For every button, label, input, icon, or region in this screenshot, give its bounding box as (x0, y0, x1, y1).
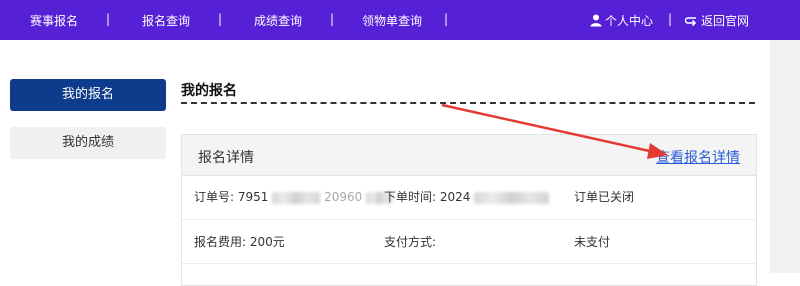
order-time-value: 2024 (439, 190, 471, 204)
nav-item-pickup-form-query[interactable]: 领物单查询 (362, 12, 422, 29)
row-divider (182, 263, 756, 264)
registration-card: 报名详情 查看报名详情 订单号: 7951 20960 下单时间: 2024 订… (181, 134, 757, 286)
return-site-label: 返回官网 (701, 14, 750, 28)
sidebar-item-my-scores[interactable]: 我的成绩 (10, 127, 166, 159)
top-nav-bar: 赛事报名 | 报名查询 | 成绩查询 | 领物单查询 | 个人中心 | 返回官网 (0, 0, 800, 40)
user-icon (590, 14, 602, 27)
right-gray-panel (770, 40, 800, 273)
card-header: 报名详情 查看报名详情 (182, 135, 756, 176)
order-number-tail: 20960 (324, 190, 363, 204)
order-number-label: 订单号: (194, 190, 235, 204)
user-center-label: 个人中心 (605, 14, 654, 28)
order-status: 订单已关闭 (574, 190, 635, 204)
fee-value: 200元 (249, 235, 285, 249)
registration-fee: 报名费用: 200元 (194, 233, 285, 250)
return-site-link[interactable]: 返回官网 (684, 12, 750, 29)
order-time-label: 下单时间: (384, 190, 437, 204)
fee-label: 报名费用: (194, 235, 247, 249)
dashed-divider (181, 102, 755, 104)
nav-separator: | (218, 12, 223, 26)
redacted-order-time (474, 191, 550, 204)
redacted-order-number (272, 191, 321, 204)
nav-item-score-query[interactable]: 成绩查询 (254, 12, 302, 29)
order-time: 下单时间: 2024 (384, 188, 550, 205)
nav-separator: | (444, 12, 449, 26)
user-center-link[interactable]: 个人中心 (590, 12, 653, 29)
order-number: 订单号: 7951 20960 (194, 188, 393, 205)
row-divider (182, 219, 756, 220)
nav-separator: | (330, 12, 335, 26)
nav-item-registration-query[interactable]: 报名查询 (142, 12, 190, 29)
sidebar-item-my-registration[interactable]: 我的报名 (10, 79, 166, 111)
order-number-value: 7951 (237, 190, 269, 204)
nav-separator: | (106, 12, 111, 26)
nav-item-event-registration[interactable]: 赛事报名 (30, 12, 78, 29)
return-icon (684, 17, 697, 27)
view-registration-details-link[interactable]: 查看报名详情 (656, 147, 740, 167)
nav-separator: | (668, 12, 673, 26)
card-title: 报名详情 (198, 150, 254, 166)
payment-status: 未支付 (574, 235, 611, 249)
payment-method-label: 支付方式: (384, 235, 437, 249)
page-title: 我的报名 (181, 83, 237, 99)
